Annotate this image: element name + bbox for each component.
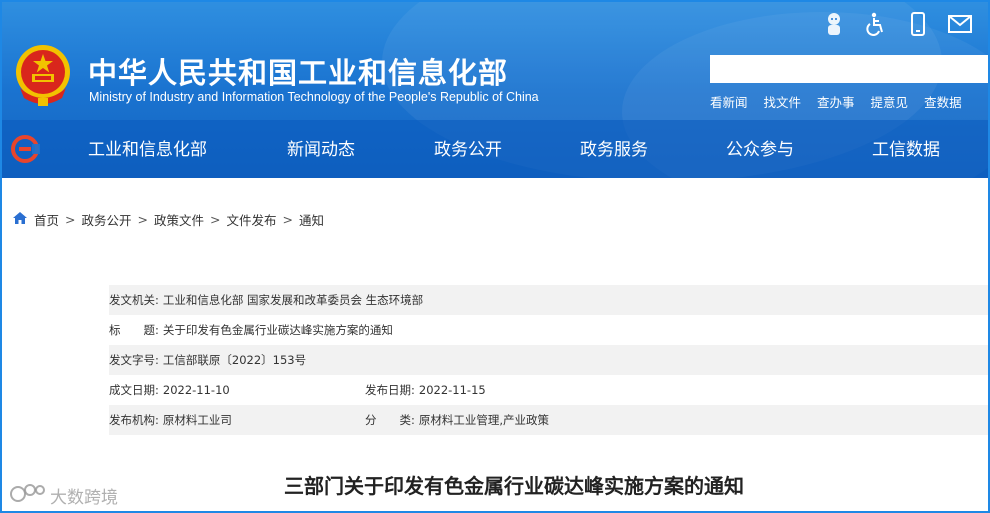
top-utility-icons (822, 12, 972, 36)
elder-mode-icon[interactable] (822, 12, 846, 36)
watermark-logo-icon (10, 482, 46, 509)
site-title[interactable]: 中华人民共和国工业和信息化部 (88, 50, 508, 92)
search-input[interactable] (710, 55, 988, 83)
home-icon[interactable] (12, 211, 28, 228)
nav-item-data[interactable]: 工信数据 (872, 135, 940, 160)
quick-link-files[interactable]: 找文件 (764, 92, 802, 111)
quick-link-news[interactable]: 看新闻 (710, 92, 748, 111)
document-meta-table: 发文机关: 工业和信息化部 国家发展和改革委员会 生态环境部 标 题: 关于印发… (109, 285, 988, 435)
meta-value: 2022-11-15 (418, 383, 486, 397)
quick-link-feedback[interactable]: 提意见 (871, 92, 909, 111)
breadcrumb-file-release[interactable]: 文件发布 (227, 210, 277, 229)
main-nav: 工业和信息化部 新闻动态 政务公开 政务服务 公众参与 工信数据 (2, 120, 988, 178)
meta-label: 发文字号: (109, 353, 159, 367)
national-emblem-icon[interactable] (12, 42, 74, 108)
breadcrumb-separator: > (282, 212, 293, 227)
meta-value: 工信部联原〔2022〕153号 (162, 353, 307, 367)
mobile-icon[interactable] (906, 12, 930, 36)
watermark: 大数跨境 (10, 482, 118, 509)
breadcrumb: 首页 > 政务公开 > 政策文件 > 文件发布 > 通知 (12, 210, 324, 229)
meta-label: 标 题: (109, 323, 159, 337)
nav-item-participation[interactable]: 公众参与 (726, 135, 794, 160)
miit-logo-icon[interactable] (10, 134, 40, 164)
meta-value: 关于印发有色金属行业碳达峰实施方案的通知 (162, 323, 393, 337)
breadcrumb-policy-files[interactable]: 政策文件 (154, 210, 204, 229)
accessibility-icon[interactable] (864, 12, 888, 36)
breadcrumb-separator: > (65, 212, 76, 227)
meta-row-title: 标 题: 关于印发有色金属行业碳达峰实施方案的通知 (109, 315, 988, 345)
page-frame: 中华人民共和国工业和信息化部 Ministry of Industry and … (0, 0, 990, 513)
meta-label: 成文日期: (109, 383, 159, 397)
quick-link-services[interactable]: 查办事 (817, 92, 855, 111)
meta-value: 原材料工业司 (162, 413, 232, 427)
meta-value: 工业和信息化部 国家发展和改革委员会 生态环境部 (162, 293, 424, 307)
meta-row-org: 发布机构: 原材料工业司 分 类: 原材料工业管理,产业政策 (109, 405, 988, 435)
site-subtitle: Ministry of Industry and Information Tec… (89, 90, 539, 104)
nav-item-news[interactable]: 新闻动态 (287, 135, 355, 160)
breadcrumb-separator: > (137, 212, 148, 227)
breadcrumb-separator: > (210, 212, 221, 227)
document-title: 三部门关于印发有色金属行业碳达峰实施方案的通知 (284, 474, 744, 498)
meta-label: 分 类: (365, 413, 415, 427)
meta-value: 2022-11-10 (162, 383, 230, 397)
breadcrumb-home[interactable]: 首页 (34, 210, 59, 229)
breadcrumb-gov-info[interactable]: 政务公开 (82, 210, 132, 229)
meta-label: 发布机构: (109, 413, 159, 427)
meta-label: 发布日期: (365, 383, 415, 397)
mail-icon[interactable] (948, 12, 972, 36)
meta-row-issuer: 发文机关: 工业和信息化部 国家发展和改革委员会 生态环境部 (109, 285, 988, 315)
watermark-text: 大数跨境 (50, 488, 118, 508)
site-header: 中华人民共和国工业和信息化部 Ministry of Industry and … (2, 2, 988, 178)
quick-link-data[interactable]: 查数据 (924, 92, 962, 111)
quick-links: 看新闻 找文件 查办事 提意见 查数据 (710, 92, 962, 111)
meta-label: 发文机关: (109, 293, 159, 307)
nav-item-gov-services[interactable]: 政务服务 (580, 135, 648, 160)
meta-value: 原材料工业管理,产业政策 (418, 413, 550, 427)
meta-row-docno: 发文字号: 工信部联原〔2022〕153号 (109, 345, 988, 375)
nav-item-gov-info[interactable]: 政务公开 (434, 135, 502, 160)
breadcrumb-notice[interactable]: 通知 (299, 210, 324, 229)
nav-item-ministry[interactable]: 工业和信息化部 (88, 135, 207, 160)
meta-row-dates: 成文日期: 2022-11-10 发布日期: 2022-11-15 (109, 375, 988, 405)
